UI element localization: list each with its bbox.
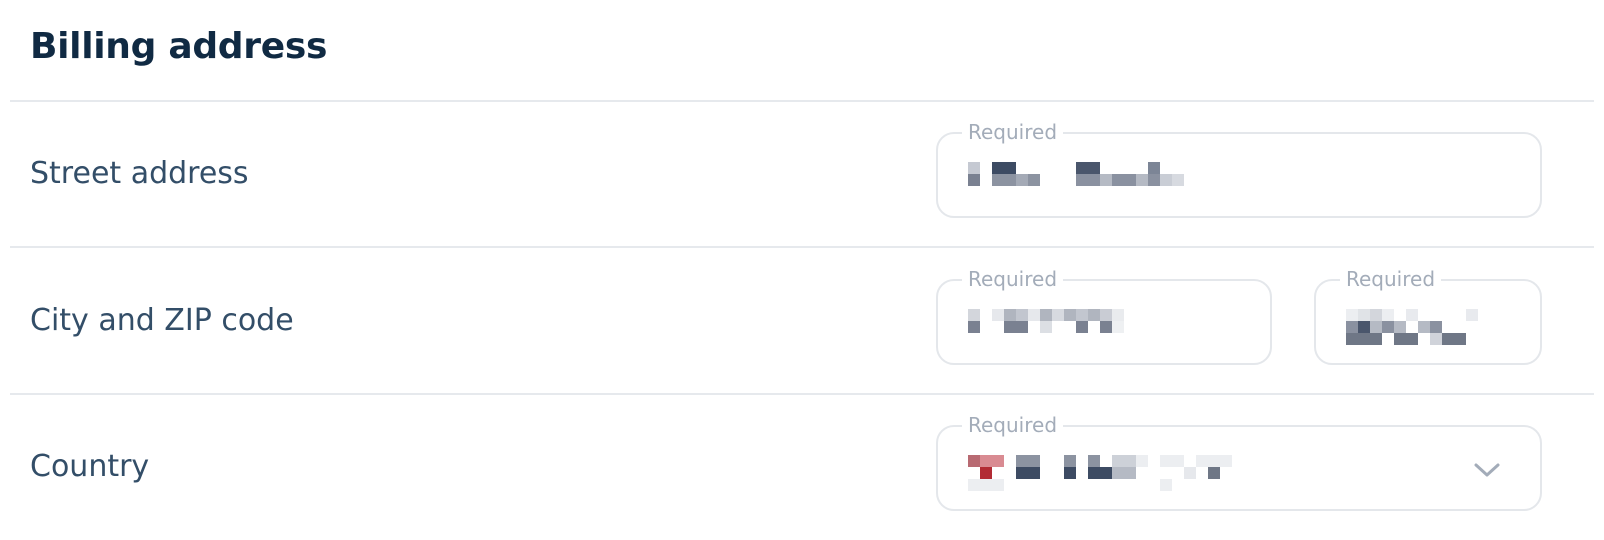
city-required-hint: Required bbox=[962, 267, 1064, 291]
country-required-hint: Required bbox=[962, 413, 1064, 437]
country-label: Country bbox=[30, 449, 150, 484]
country-select[interactable]: Required bbox=[936, 413, 1542, 511]
street-address-value bbox=[968, 162, 1196, 188]
country-value bbox=[968, 455, 1244, 491]
divider bbox=[10, 246, 1594, 248]
divider bbox=[10, 100, 1594, 102]
zip-code-input[interactable]: Required bbox=[1314, 267, 1542, 365]
zip-code-value bbox=[1346, 309, 1490, 345]
street-address-input[interactable]: Required bbox=[936, 120, 1542, 218]
street-address-required-hint: Required bbox=[962, 120, 1064, 144]
billing-address-form: Billing address Street address Required … bbox=[0, 0, 1604, 540]
city-zip-label: City and ZIP code bbox=[30, 303, 294, 338]
street-address-label: Street address bbox=[30, 156, 249, 191]
divider bbox=[10, 393, 1594, 395]
city-value bbox=[968, 309, 1148, 335]
chevron-down-icon[interactable] bbox=[1472, 455, 1502, 485]
zip-code-required-hint: Required bbox=[1340, 267, 1442, 291]
section-title: Billing address bbox=[30, 26, 328, 67]
city-input[interactable]: Required bbox=[936, 267, 1272, 365]
